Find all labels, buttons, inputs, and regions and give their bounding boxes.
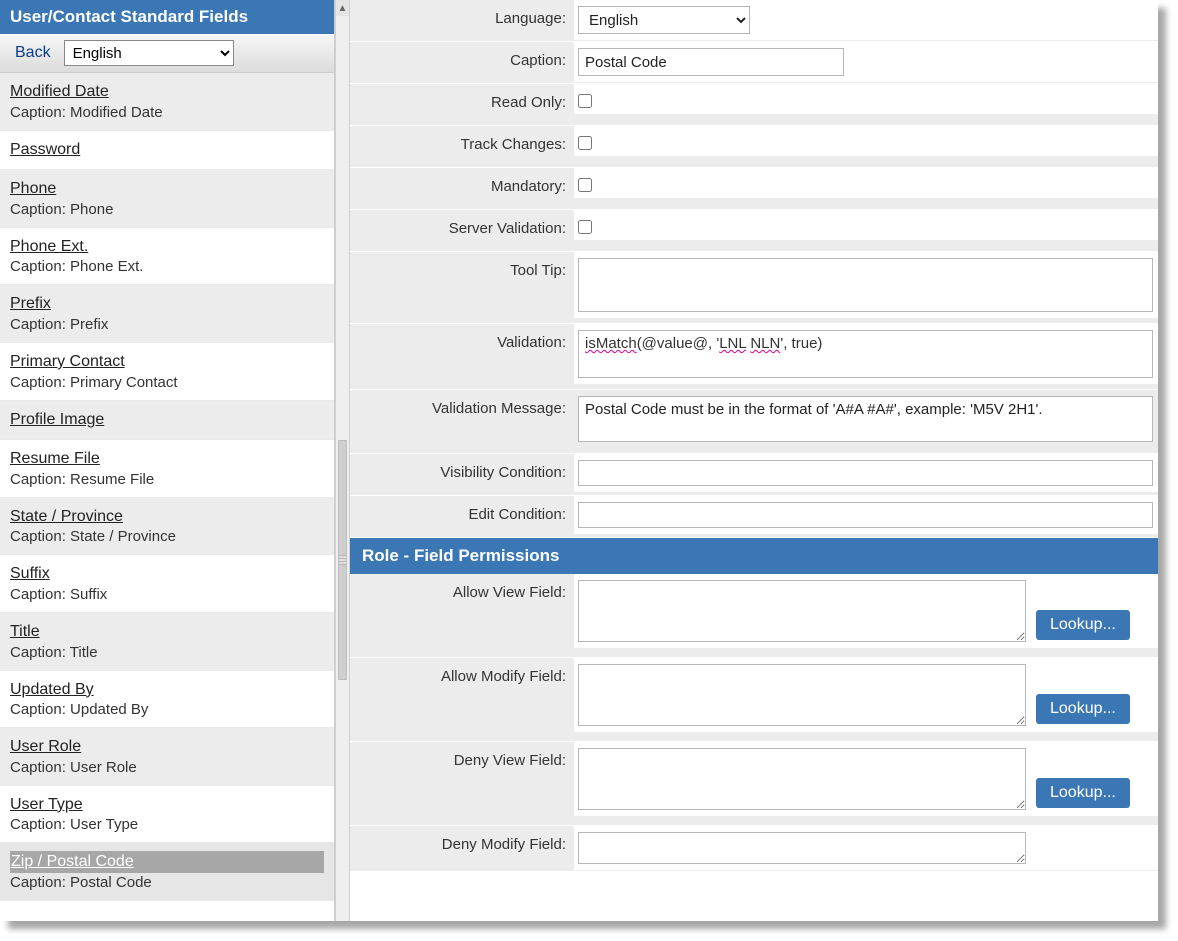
field-name: Zip / Postal Code — [10, 851, 324, 873]
field-name: Password — [10, 139, 324, 161]
scroll-up-icon[interactable]: ▲ — [336, 0, 349, 16]
field-list-item[interactable]: Password — [0, 131, 334, 171]
sidebar-title: User/Contact Standard Fields — [0, 0, 334, 34]
field-caption: Caption: State / Province — [10, 528, 324, 545]
label-visibility-condition: Visibility Condition: — [350, 454, 574, 489]
label-validation: Validation: — [350, 324, 574, 359]
field-name: Phone — [10, 178, 324, 200]
field-list-item[interactable]: User TypeCaption: User Type — [0, 786, 334, 844]
sidebar-toolbar: Back English — [0, 34, 334, 73]
perm-textarea[interactable] — [578, 664, 1026, 726]
field-name: Profile Image — [10, 409, 324, 431]
permissions-header: Role - Field Permissions — [350, 538, 1158, 574]
field-name: Title — [10, 621, 324, 643]
perm-label: Deny View Field: — [350, 742, 574, 777]
field-caption: Caption: Title — [10, 644, 324, 661]
visibility-condition-input[interactable] — [578, 460, 1153, 486]
field-list-item[interactable]: Resume FileCaption: Resume File — [0, 440, 334, 498]
track-changes-checkbox[interactable] — [578, 136, 592, 150]
field-list-item[interactable]: Profile Image — [0, 401, 334, 441]
field-caption: Caption: User Type — [10, 816, 324, 833]
field-list-item[interactable]: PrefixCaption: Prefix — [0, 285, 334, 343]
label-validation-message: Validation Message: — [350, 390, 574, 425]
validation-textarea[interactable]: isMatch(@value@, 'LNL NLN', true) — [578, 330, 1153, 378]
label-edit-condition: Edit Condition: — [350, 496, 574, 531]
field-caption: Caption: Prefix — [10, 316, 324, 333]
perm-label: Allow Modify Field: — [350, 658, 574, 693]
field-list-item[interactable]: TitleCaption: Title — [0, 613, 334, 671]
field-caption: Caption: Phone Ext. — [10, 258, 324, 275]
sidebar-scrollbar[interactable]: ▲ — [335, 0, 350, 921]
field-caption: Caption: Updated By — [10, 701, 324, 718]
label-track-changes: Track Changes: — [350, 126, 574, 161]
field-list-item[interactable]: User RoleCaption: User Role — [0, 728, 334, 786]
scroll-thumb[interactable] — [338, 440, 347, 680]
label-tool-tip: Tool Tip: — [350, 252, 574, 287]
perm-label: Allow View Field: — [350, 574, 574, 609]
field-caption: Caption: Phone — [10, 201, 324, 218]
main-panel: Language: English Caption: Read Only: Tr… — [350, 0, 1158, 921]
validation-message-textarea[interactable]: Postal Code must be in the format of 'A#… — [578, 396, 1153, 442]
field-list-item[interactable]: Modified DateCaption: Modified Date — [0, 73, 334, 131]
field-list-item[interactable]: Primary ContactCaption: Primary Contact — [0, 343, 334, 401]
mandatory-checkbox[interactable] — [578, 178, 592, 192]
back-button[interactable]: Back — [8, 40, 58, 66]
field-list-item[interactable]: PhoneCaption: Phone — [0, 170, 334, 228]
lookup-button[interactable]: Lookup... — [1036, 610, 1130, 640]
perm-textarea[interactable] — [578, 580, 1026, 642]
perm-label: Deny Modify Field: — [350, 826, 574, 861]
perm-textarea[interactable] — [578, 748, 1026, 810]
field-caption: Caption: Modified Date — [10, 104, 324, 121]
field-list[interactable]: Modified DateCaption: Modified Date Passw… — [0, 73, 334, 921]
field-name: Updated By — [10, 679, 324, 701]
field-name: Suffix — [10, 563, 324, 585]
field-list-item[interactable]: Updated ByCaption: Updated By — [0, 671, 334, 729]
field-name: User Type — [10, 794, 324, 816]
server-validation-checkbox[interactable] — [578, 220, 592, 234]
label-server-validation: Server Validation: — [350, 210, 574, 245]
field-list-item[interactable]: Phone Ext.Caption: Phone Ext. — [0, 228, 334, 286]
field-list-item[interactable]: State / ProvinceCaption: State / Provinc… — [0, 498, 334, 556]
field-name: Modified Date — [10, 81, 324, 103]
field-caption: Caption: Suffix — [10, 586, 324, 603]
field-name: State / Province — [10, 506, 324, 528]
tool-tip-textarea[interactable] — [578, 258, 1153, 312]
field-list-item[interactable]: Zip / Postal CodeCaption: Postal Code — [0, 843, 334, 901]
field-name: User Role — [10, 736, 324, 758]
sidebar-language-select[interactable]: English — [64, 40, 234, 66]
field-caption: Caption: Postal Code — [10, 874, 324, 891]
field-caption: Caption: User Role — [10, 759, 324, 776]
field-name: Primary Contact — [10, 351, 324, 373]
field-name: Phone Ext. — [10, 236, 324, 258]
lookup-button[interactable]: Lookup... — [1036, 694, 1130, 724]
edit-condition-input[interactable] — [578, 502, 1153, 528]
label-read-only: Read Only: — [350, 84, 574, 119]
field-caption: Caption: Primary Contact — [10, 374, 324, 391]
field-list-item[interactable]: SuffixCaption: Suffix — [0, 555, 334, 613]
perm-textarea[interactable] — [578, 832, 1026, 864]
label-caption: Caption: — [350, 42, 574, 77]
field-caption: Caption: Resume File — [10, 471, 324, 488]
lookup-button[interactable]: Lookup... — [1036, 778, 1130, 808]
label-mandatory: Mandatory: — [350, 168, 574, 203]
label-language: Language: — [350, 0, 574, 35]
language-select[interactable]: English — [578, 6, 750, 34]
caption-input[interactable] — [578, 48, 844, 76]
read-only-checkbox[interactable] — [578, 94, 592, 108]
sidebar: User/Contact Standard Fields Back Englis… — [0, 0, 335, 921]
field-name: Prefix — [10, 293, 324, 315]
field-name: Resume File — [10, 448, 324, 470]
